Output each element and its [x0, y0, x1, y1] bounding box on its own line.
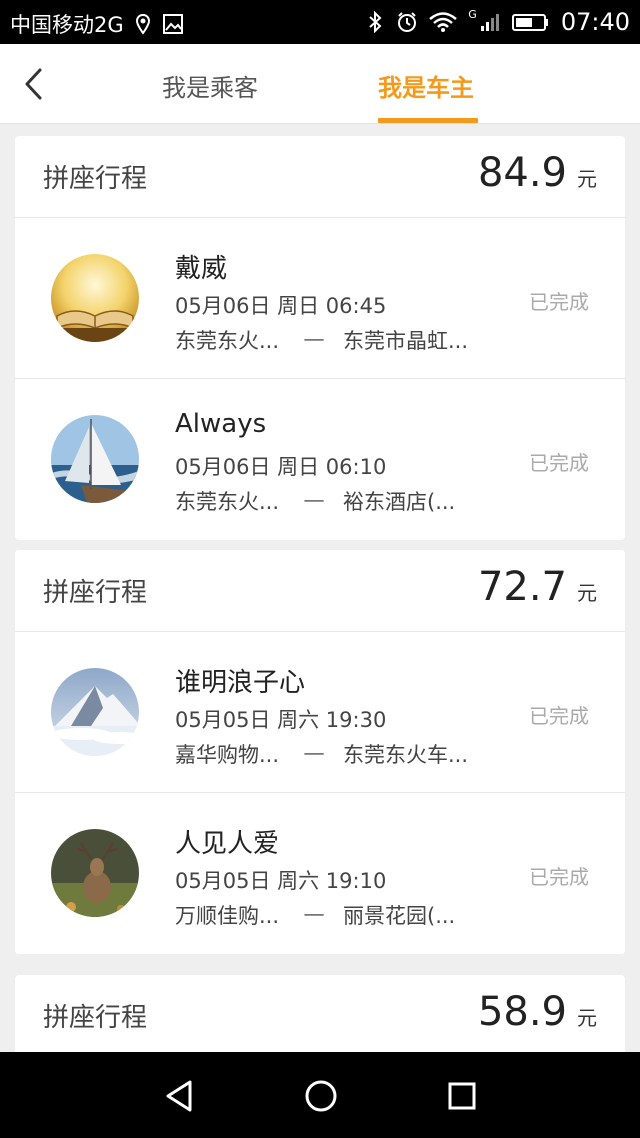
image-icon — [162, 13, 184, 35]
trip-datetime: 05月06日 周日 06:10 — [175, 455, 387, 479]
card-price: 84.9 元 — [478, 150, 597, 196]
trip-list[interactable]: 拼座行程 84.9 元 戴威 05月06日 周日 06:45 东莞东火... 一… — [0, 124, 640, 1052]
trip-card: 拼座行程 72.7 元 谁明浪子心 05月05日 周六 19:30 嘉华购物..… — [15, 550, 625, 954]
trip-route: 嘉华购物... 一 东莞东火车... — [175, 739, 468, 769]
card-header: 拼座行程 72.7 元 — [15, 550, 625, 632]
network-type-label: G — [468, 8, 477, 21]
trip-row[interactable]: Always 05月06日 周日 06:10 东莞东火... 一 裕东酒店(..… — [15, 379, 625, 540]
nav-back-icon[interactable] — [160, 1076, 200, 1116]
route-to: 丽景花园(... — [343, 904, 456, 928]
route-from: 东莞东火... — [175, 329, 280, 353]
price-unit: 元 — [577, 581, 597, 605]
nav-home-icon[interactable] — [301, 1076, 341, 1116]
system-navigation-bar — [0, 1052, 640, 1138]
card-title: 拼座行程 — [43, 1003, 148, 1033]
card-title: 拼座行程 — [43, 164, 148, 194]
avatar — [51, 829, 139, 917]
card-header: 拼座行程 84.9 元 — [15, 136, 625, 218]
route-to: 裕东酒店(... — [343, 490, 456, 514]
route-from: 嘉华购物... — [175, 743, 280, 767]
wifi-icon — [428, 11, 458, 33]
signal-icon — [479, 11, 501, 33]
status-label: 已完成 — [529, 290, 589, 314]
driver-name: 人见人爱 — [175, 829, 280, 859]
battery-icon — [511, 11, 551, 33]
price-unit: 元 — [577, 1006, 597, 1030]
route-separator: 一 — [303, 904, 325, 928]
trip-row[interactable]: 戴威 05月06日 周日 06:45 东莞东火... 一 东莞市晶虹... 已完… — [15, 218, 625, 379]
trip-row[interactable]: 谁明浪子心 05月05日 周六 19:30 嘉华购物... 一 东莞东火车...… — [15, 632, 625, 793]
route-separator: 一 — [303, 329, 325, 353]
bluetooth-icon — [364, 10, 386, 34]
trip-datetime: 05月05日 周六 19:30 — [175, 708, 387, 732]
price-value: 84.9 — [477, 150, 567, 196]
avatar — [51, 415, 139, 503]
tab-passenger[interactable]: 我是乘客 — [162, 68, 258, 103]
route-to: 东莞市晶虹... — [343, 329, 469, 353]
trip-row[interactable]: 人见人爱 05月05日 周六 19:10 万顺佳购... 一 丽景花园(... … — [15, 793, 625, 954]
tab-driver[interactable]: 我是车主 — [378, 68, 474, 103]
driver-name: 戴威 — [175, 254, 228, 284]
trip-route: 东莞东火... 一 裕东酒店(... — [175, 486, 455, 516]
route-from: 东莞东火... — [175, 490, 280, 514]
location-icon — [132, 13, 154, 35]
price-value: 72.7 — [477, 564, 567, 610]
route-separator: 一 — [303, 490, 325, 514]
trip-card: 拼座行程 58.9 元 — [15, 975, 625, 1052]
header: 我是乘客 我是车主 — [0, 44, 640, 124]
status-label: 已完成 — [529, 865, 589, 889]
driver-name: Always — [175, 409, 267, 439]
driver-name: 谁明浪子心 — [175, 668, 306, 698]
route-from: 万顺佳购... — [175, 904, 280, 928]
status-bar: 中国移动2G G 07:40 — [0, 0, 640, 44]
card-title: 拼座行程 — [43, 578, 148, 608]
trip-datetime: 05月06日 周日 06:45 — [175, 294, 387, 318]
trip-datetime: 05月05日 周六 19:10 — [175, 869, 387, 893]
route-to: 东莞东火车... — [343, 743, 469, 767]
avatar — [51, 254, 139, 342]
price-value: 58.9 — [477, 989, 567, 1035]
price-unit: 元 — [577, 167, 597, 191]
avatar — [51, 668, 139, 756]
route-separator: 一 — [303, 743, 325, 767]
active-tab-indicator — [378, 118, 478, 123]
alarm-icon — [396, 11, 418, 33]
card-price: 58.9 元 — [478, 989, 597, 1035]
card-price: 72.7 元 — [478, 564, 597, 610]
trip-card: 拼座行程 84.9 元 戴威 05月06日 周日 06:45 东莞东火... 一… — [15, 136, 625, 540]
carrier-label: 中国移动2G — [10, 13, 124, 37]
status-label: 已完成 — [529, 451, 589, 475]
trip-route: 东莞东火... 一 东莞市晶虹... — [175, 325, 468, 355]
status-label: 已完成 — [529, 704, 589, 728]
trip-route: 万顺佳购... 一 丽景花园(... — [175, 900, 455, 930]
card-header: 拼座行程 58.9 元 — [15, 975, 625, 1052]
clock: 07:40 — [560, 8, 630, 36]
nav-recents-icon[interactable] — [442, 1076, 482, 1116]
back-arrow-icon[interactable] — [18, 64, 52, 104]
